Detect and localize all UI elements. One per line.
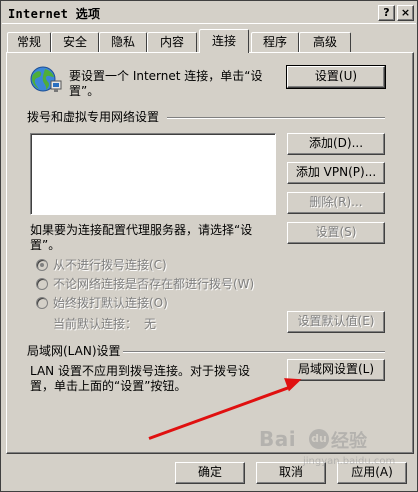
- dialup-separator: [167, 117, 385, 119]
- connection-settings-button[interactable]: 设置(S): [287, 222, 385, 244]
- dialup-section-title: 拨号和虚拟专用网络设置: [27, 110, 160, 124]
- current-default-value: 无: [144, 317, 157, 331]
- tab-security[interactable]: 安全: [51, 32, 99, 52]
- lan-section-title: 局域网(LAN)设置: [27, 344, 121, 358]
- tab-programs[interactable]: 程序: [251, 32, 299, 52]
- globe-network-icon: [30, 66, 62, 92]
- radio-dial-when-no-network[interactable]: [36, 278, 48, 290]
- tab-general[interactable]: 常规: [7, 32, 51, 52]
- setup-description-line1: 要设置一个 Internet 连接，单击“设: [69, 69, 263, 83]
- internet-options-dialog: Internet 选项 ? × 常规 安全 隐私 内容 连接 程序 高级 要设置…: [0, 0, 418, 492]
- setup-description-line2: 置”。: [69, 84, 100, 98]
- help-icon: ?: [383, 6, 390, 19]
- close-icon: ×: [400, 6, 411, 19]
- watermark-brand: Bai: [259, 427, 297, 451]
- lan-separator: [123, 351, 385, 353]
- title-bar[interactable]: Internet 选项 ? ×: [2, 2, 416, 24]
- radio-never-dial-label: 从不进行拨号连接(C): [53, 258, 167, 272]
- current-default-label: 当前默认连接：: [53, 317, 138, 331]
- lan-description-line1: LAN 设置不应用到拨号连接。对于拨号设: [30, 364, 250, 378]
- tab-connections[interactable]: 连接: [199, 29, 249, 53]
- tab-strip: 常规 安全 隐私 内容 连接 程序 高级: [1, 29, 418, 53]
- watermark-url: jingyan.baidu.com: [303, 456, 396, 467]
- proxy-description-line1: 如果要为连接配置代理服务器，请选择“设: [30, 223, 253, 237]
- tab-content[interactable]: 内容: [147, 32, 197, 52]
- proxy-description-line2: 置”。: [30, 238, 61, 252]
- connections-list[interactable]: [30, 133, 276, 215]
- baidu-jingyan-watermark: Bai du 经验 jingyan.baidu.com: [249, 427, 399, 471]
- lan-settings-button[interactable]: 局域网设置(L): [287, 359, 385, 381]
- window-title: Internet 选项: [8, 7, 101, 21]
- ok-button[interactable]: 确定: [175, 462, 245, 484]
- radio-always-dial-label: 始终拨打默认连接(O): [53, 296, 168, 310]
- watermark-jingyan: 经验: [331, 431, 367, 452]
- remove-connection-button[interactable]: 删除(R)...: [287, 192, 385, 214]
- set-default-button[interactable]: 设置默认值(E): [287, 311, 385, 333]
- help-button[interactable]: ?: [378, 5, 395, 21]
- radio-selected-dot: [40, 263, 44, 267]
- add-connection-button[interactable]: 添加(D)...: [287, 133, 385, 155]
- tab-privacy[interactable]: 隐私: [99, 32, 147, 52]
- add-vpn-button[interactable]: 添加 VPN(P)...: [287, 162, 385, 184]
- tab-advanced[interactable]: 高级: [299, 32, 351, 52]
- radio-dial-when-no-network-label: 不论网络连接是否存在都进行拨号(W): [53, 277, 255, 291]
- baidu-paw-icon: du: [309, 429, 329, 449]
- lan-description-line2: 置，单击上面的“设置”按钮。: [30, 379, 187, 393]
- setup-button[interactable]: 设置(U): [286, 65, 386, 89]
- close-button[interactable]: ×: [397, 5, 414, 21]
- radio-always-dial[interactable]: [36, 297, 48, 309]
- radio-never-dial[interactable]: [36, 259, 48, 271]
